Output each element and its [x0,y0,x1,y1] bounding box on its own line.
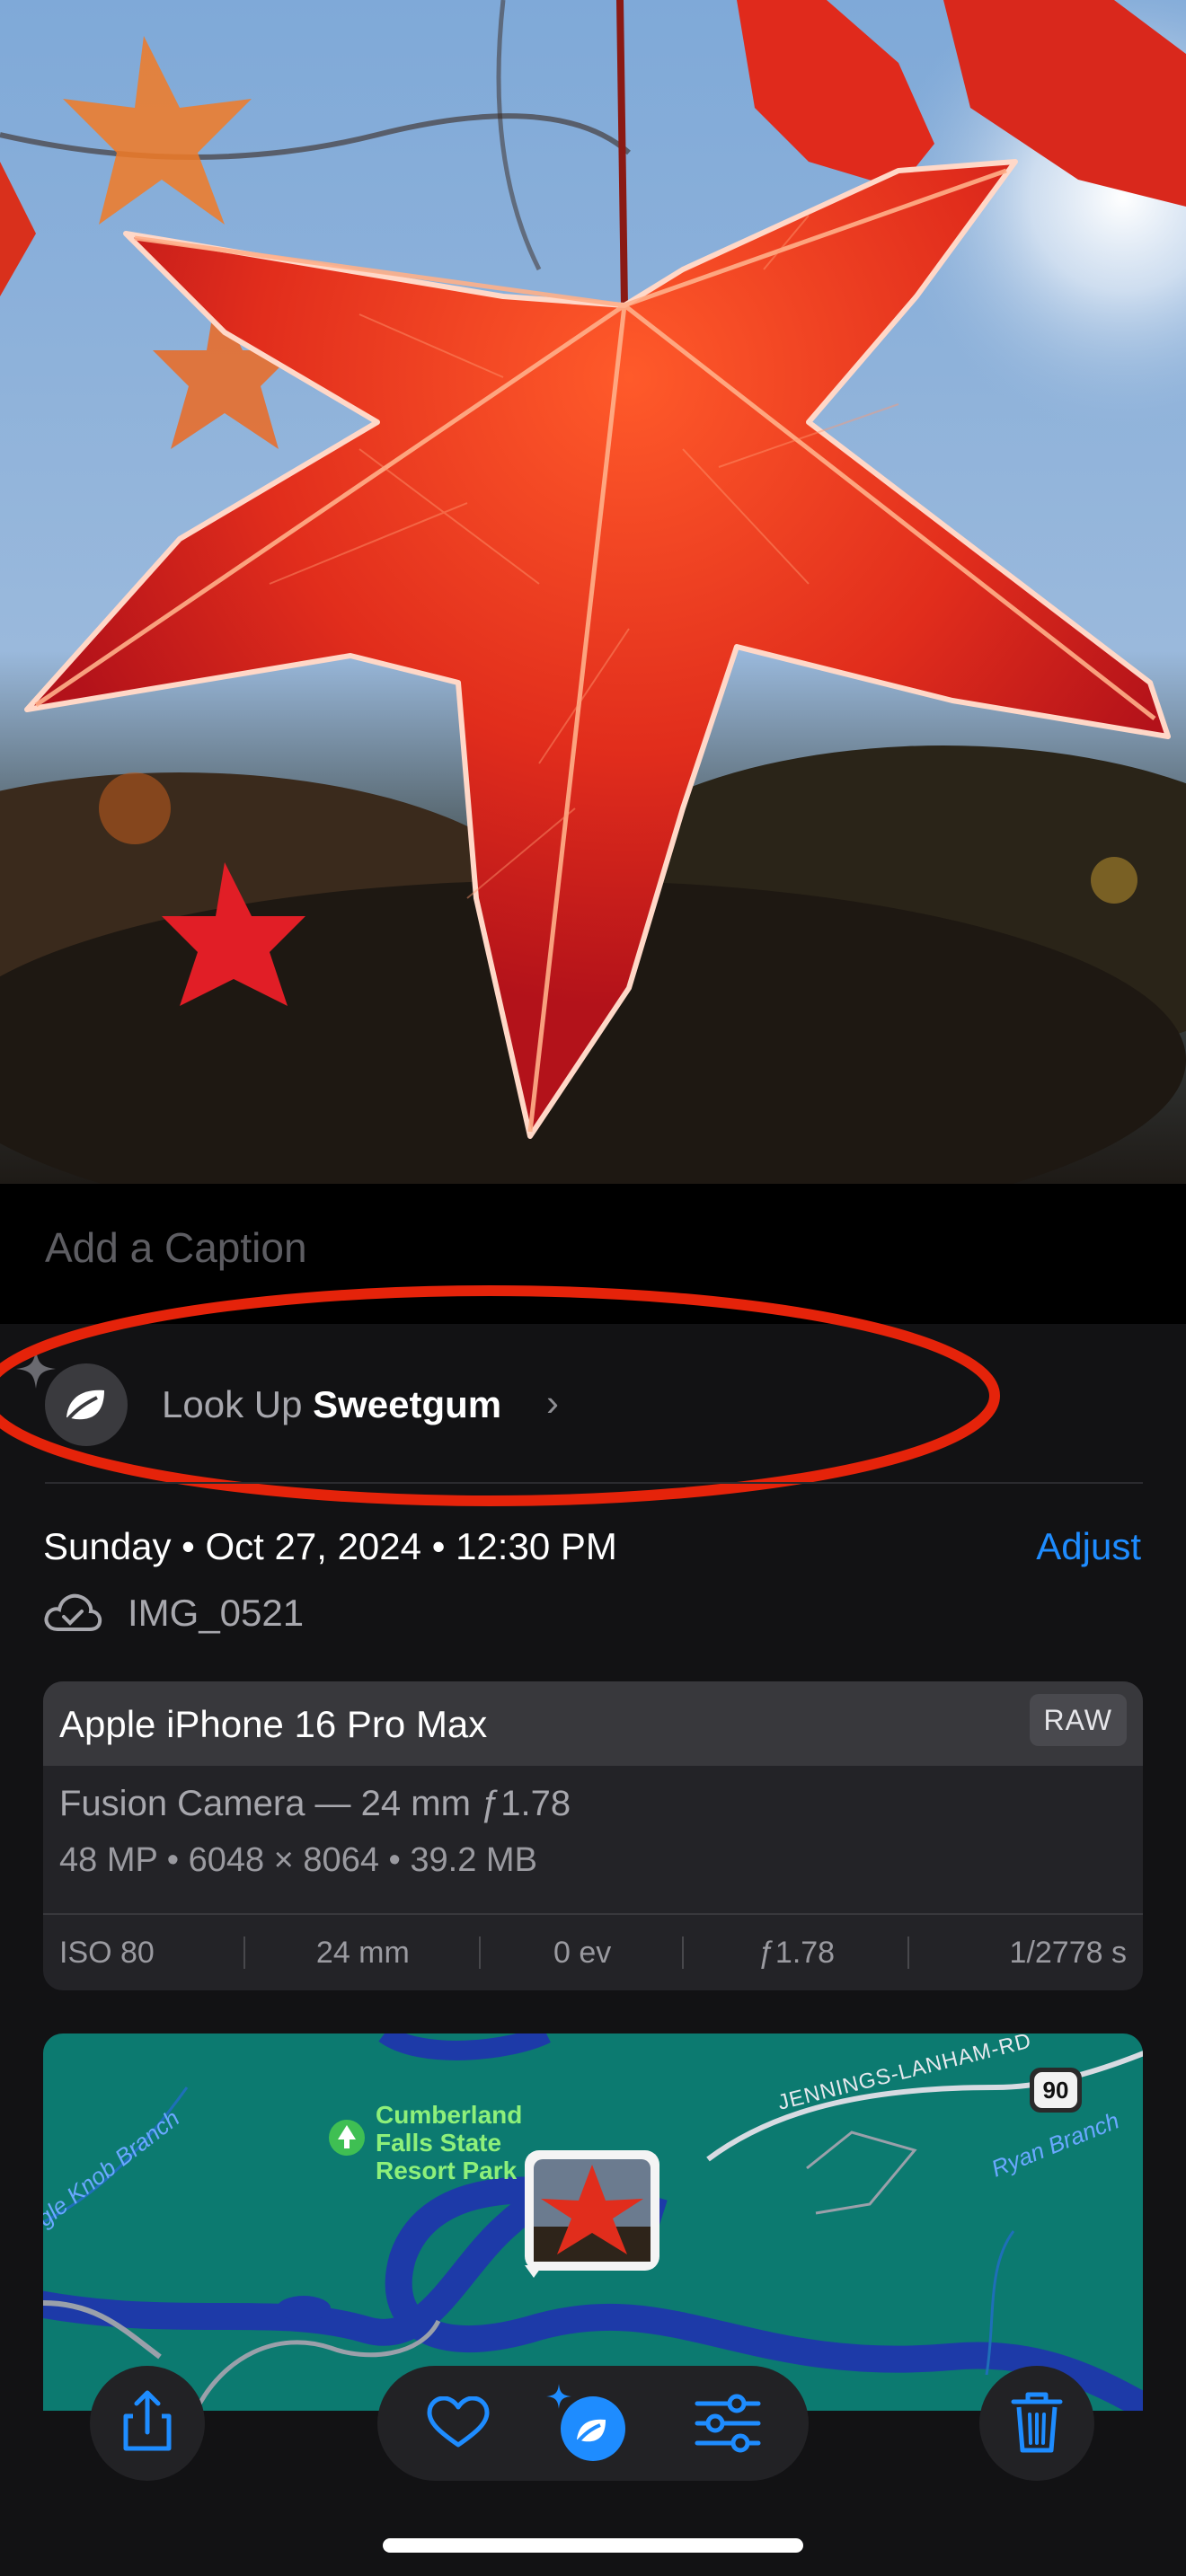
look-up-prefix: Look Up [162,1383,303,1425]
dimensions: 6048 × 8064 [188,1841,379,1879]
camera-header: Apple iPhone 16 Pro Max RAW [43,1681,1143,1766]
camera-model: Apple iPhone 16 Pro Max [59,1703,488,1745]
park-label-line-2: Falls State [376,2129,501,2157]
exif-shutter-speed: 1/2778 s [909,1915,1143,1990]
stream-label-knob: gle Knob Branch [43,2104,184,2232]
exif-aperture-value: ƒ1.78 [758,1935,836,1970]
look-up-label: Look Up Sweetgum [162,1383,501,1426]
road-label: JENNINGS-LANHAM-RD [775,2033,1034,2115]
lens-info: Fusion Camera — 24 mm ƒ1.78 [59,1784,571,1823]
divider [45,1482,1143,1484]
raw-badge: RAW [1029,1694,1127,1746]
caption-field[interactable]: Add a Caption [45,1223,307,1272]
stream-label-ryan: Ryan Branch [987,2106,1123,2182]
exif-iso-value: ISO 80 [59,1935,155,1970]
date-day: Sunday [43,1525,172,1567]
park-label-line-1: Cumberland [376,2101,522,2129]
home-indicator[interactable] [383,2538,803,2553]
photo-location-pin[interactable] [525,2150,659,2278]
separator: • [166,1841,180,1879]
separator: • [388,1841,401,1879]
file-size: 39.2 MB [410,1841,537,1879]
exif-aperture: ƒ1.78 [684,1915,909,1990]
trash-icon [1011,2392,1063,2453]
share-icon [123,2390,172,2451]
exif-focal-length: 24 mm [245,1915,481,1990]
camera-info-card: Apple iPhone 16 Pro Max RAW Fusion Camer… [43,1681,1143,1990]
adjust-date-button[interactable]: Adjust [1036,1525,1141,1568]
icloud-check-icon [44,1593,102,1631]
exif-shutter-value: 1/2778 s [1009,1935,1127,1970]
date-time: Sunday • Oct 27, 2024 • 12:30 PM [43,1525,617,1568]
separator: • [181,1525,195,1567]
sweetgum-leaf-photo [0,0,1186,1184]
location-map[interactable]: JENNINGS-LANHAM-RD Ryan Branch gle Knob … [43,2033,1143,2411]
image-specs: 48 MP • 6048 × 8064 • 39.2 MB [59,1841,537,1880]
park-label-line-3: Resort Park [376,2157,518,2184]
share-button[interactable] [90,2366,205,2481]
exif-focal-value: 24 mm [315,1935,410,1970]
photo-view[interactable] [0,0,1186,1184]
look-up-subject: Sweetgum [313,1383,502,1425]
leaf-icon [45,1363,128,1446]
exif-exposure-bias: 0 ev [481,1915,685,1990]
time-value: 12:30 PM [456,1525,617,1567]
visual-lookup-icon[interactable] [543,2380,633,2465]
delete-button[interactable] [979,2366,1094,2481]
megapixels: 48 MP [59,1841,158,1879]
exif-iso: ISO 80 [43,1915,245,1990]
separator: • [431,1525,446,1567]
adjust-sliders-icon[interactable] [694,2393,762,2454]
exif-row: ISO 80 24 mm 0 ev ƒ1.78 1/2778 s [43,1915,1143,1990]
favorite-button[interactable] [422,2396,494,2450]
date-value: Oct 27, 2024 [205,1525,422,1567]
route-shield: 90 [1043,2077,1069,2104]
chevron-right-icon: › [546,1381,559,1424]
file-name: IMG_0521 [128,1592,305,1634]
exif-ev-value: 0 ev [553,1935,612,1970]
